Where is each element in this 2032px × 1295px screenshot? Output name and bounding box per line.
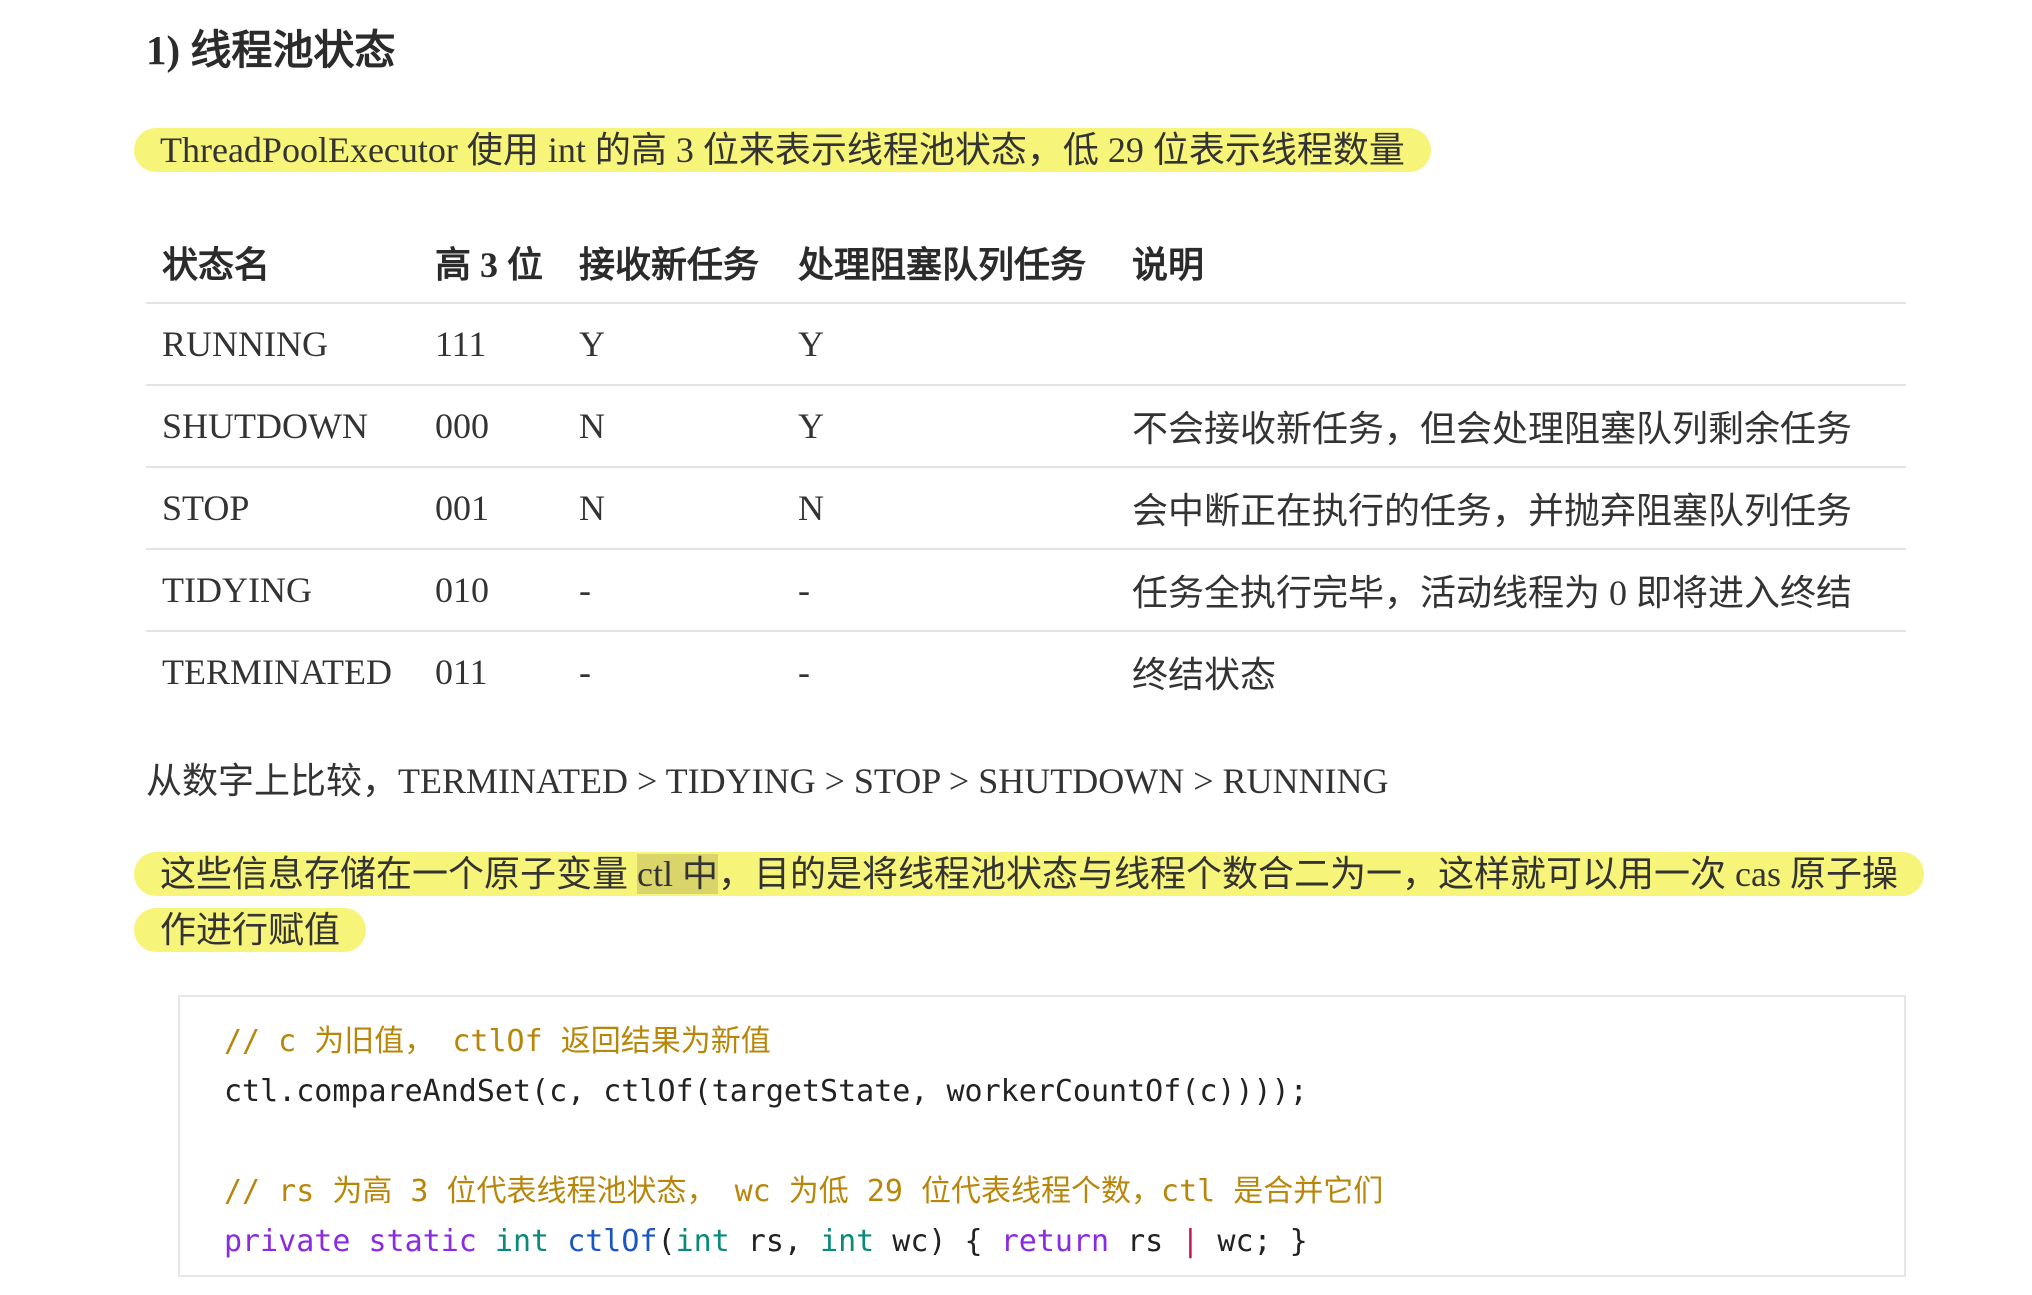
code-comment-line: // rs 为高 3 位代表线程池状态， wc 为低 29 位代表线程个数，ct… [224,1174,1384,1209]
table-row: SHUTDOWN 000 N Y 不会接收新任务，但会处理阻塞队列剩余任务 [146,385,1906,468]
intro-text: ThreadPoolExecutor 使用 int 的高 3 位来表示线程池状态… [134,121,1431,179]
code-text: rs [1109,1224,1182,1259]
cell-accept: N [563,385,782,468]
cell-description: 会中断正在执行的任务，并抛弃阻塞队列任务 [1116,467,1906,550]
cell-accept: - [563,549,782,632]
cell-description: 任务全执行完毕，活动线程为 0 即将进入终结 [1116,549,1906,632]
code-comment-line: // c 为旧值， ctlOf 返回结果为新值 [224,1024,771,1059]
document-page: 1) 线程池状态 ThreadPoolExecutor 使用 int 的高 3 … [0,0,2032,1295]
cell-accept: Y [563,303,782,386]
table-row: RUNNING 111 Y Y [146,303,1906,386]
section-heading: 1) 线程池状态 [146,27,396,73]
cell-state: STOP [146,467,419,550]
code-operator: | [1181,1224,1200,1259]
ctl-marked-text: ctl 中 [637,854,718,894]
code-type: int [820,1224,875,1259]
table-header-row: 状态名 高 3 位 接收新任务 处理阻塞队列任务 说明 [146,222,1906,304]
cell-bits: 011 [435,652,488,692]
cell-description: 终结状态 [1132,655,1277,695]
cell-accept: - [579,652,591,692]
cell-process: - [782,549,1116,632]
cell-bits: 010 [419,549,563,632]
cell-bits: 000 [419,385,563,468]
table-row: TIDYING 010 - - 任务全执行完毕，活动线程为 0 即将进入终结 [146,549,1906,632]
code-type: int [675,1224,730,1259]
highlighted-intro: ThreadPoolExecutor 使用 int 的高 3 位来表示线程池状态… [134,128,1431,172]
header-high-bits: 高 3 位 [419,222,563,304]
cell-bits: 001 [419,467,563,550]
cell-state: TERMINATED [162,652,392,692]
cell-state: SHUTDOWN [146,385,419,468]
code-line-ctlof-method: private static int ctlOf(int rs, int wc)… [224,1217,1860,1267]
code-text: wc) { [874,1224,1001,1259]
code-text: wc; } [1199,1224,1308,1259]
code-function-name: ctlOf [567,1224,658,1259]
header-state-name: 状态名 [146,222,419,304]
header-accept-new-tasks: 接收新任务 [563,222,782,304]
cell-state: TIDYING [146,549,419,632]
cell-process: Y [782,303,1116,386]
ctl-explanation-paragraph: 这些信息存储在一个原子变量 ctl 中，目的是将线程池状态与线程个数合二为一，这… [134,846,1924,958]
code-block: // c 为旧值， ctlOf 返回结果为新值 ctl.compareAndSe… [178,995,1906,1277]
cell-process: Y [782,385,1116,468]
header-process-queue-tasks: 处理阻塞队列任务 [782,222,1116,304]
cell-accept: N [563,467,782,550]
header-description: 说明 [1116,222,1906,304]
code-keyword: private [224,1224,351,1259]
cell-state: RUNNING [146,303,419,386]
cell-description [1116,303,1906,386]
table-row: TERMINATED 011 - - 终结状态 [146,631,1906,712]
highlighted-paragraph: 这些信息存储在一个原子变量 ctl 中，目的是将线程池状态与线程个数合二为一，这… [134,852,1924,952]
cell-bits: 111 [419,303,563,386]
code-punct: ( [657,1224,676,1259]
cell-description: 不会接收新任务，但会处理阻塞队列剩余任务 [1116,385,1906,468]
code-type: int [494,1224,550,1259]
code-keyword: return [1000,1224,1110,1259]
comparison-text: 从数字上比较，TERMINATED > TIDYING > STOP > SHU… [146,761,1389,801]
para-text-before: 这些信息存储在一个原子变量 [160,854,638,894]
cell-process: N [782,467,1116,550]
cell-process: - [798,652,810,692]
code-text: rs, [729,1224,821,1259]
code-line-compare-and-set: ctl.compareAndSet(c, ctlOf(targetState, … [224,1074,1308,1109]
table-row: STOP 001 N N 会中断正在执行的任务，并抛弃阻塞队列任务 [146,467,1906,550]
thread-pool-states-table: 状态名 高 3 位 接收新任务 处理阻塞队列任务 说明 RUNNING 111 … [146,222,1906,712]
code-keyword: static [368,1224,477,1259]
